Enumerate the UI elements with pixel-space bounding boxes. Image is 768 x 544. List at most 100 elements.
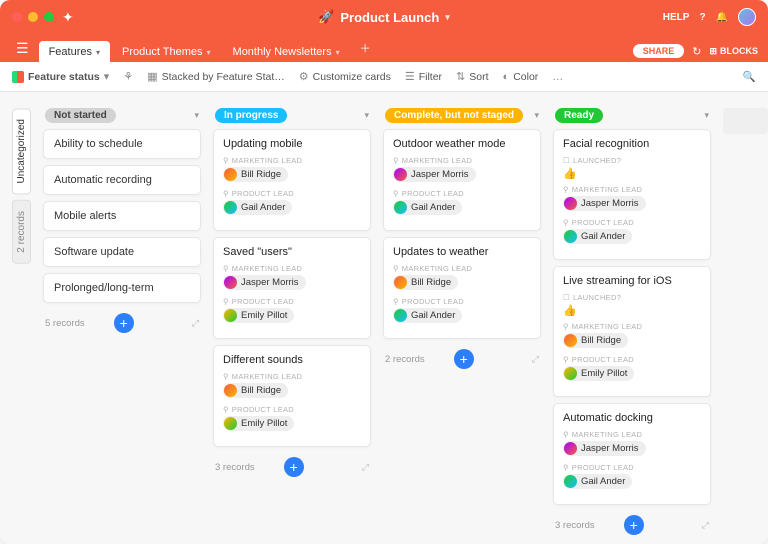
person-chip[interactable]: Bill Ridge	[223, 383, 288, 398]
help-link[interactable]: HELP	[663, 12, 690, 23]
user-avatar[interactable]	[738, 8, 756, 26]
record-count: 2 records	[385, 354, 425, 365]
person-chip[interactable]: Jasper Morris	[563, 196, 646, 211]
field-label: ⚲PRODUCT LEAD	[563, 355, 701, 364]
menu-icon[interactable]: ☰	[10, 40, 35, 57]
card[interactable]: Mobile alerts	[43, 201, 201, 231]
person-chip[interactable]: Bill Ridge	[563, 333, 628, 348]
field-label: ⚲MARKETING LEAD	[563, 185, 701, 194]
history-icon[interactable]: ↻	[692, 45, 701, 58]
card[interactable]: Ability to schedule	[43, 129, 201, 159]
view-switcher[interactable]: Feature status ▾	[12, 70, 109, 83]
status-pill[interactable]: Not started	[45, 108, 116, 123]
add-card-button[interactable]: +	[284, 457, 304, 477]
chevron-down-icon: ▾	[445, 12, 450, 23]
tab-monthly-newsletters[interactable]: Monthly Newsletters▾	[223, 41, 350, 62]
add-card-button[interactable]: +	[454, 349, 474, 369]
close-window[interactable]	[12, 12, 22, 22]
tab-product-themes[interactable]: Product Themes▾	[112, 41, 221, 62]
card[interactable]: Facial recognition☐LAUNCHED?👍⚲MARKETING …	[553, 129, 711, 260]
stack-collapsed[interactable]: 2 records	[12, 200, 31, 264]
person-chip[interactable]: Bill Ridge	[223, 167, 288, 182]
view-toolbar: Feature status ▾ ⚘ ▦Stacked by Feature S…	[0, 62, 768, 92]
avatar-icon	[564, 475, 577, 488]
minimize-window[interactable]	[28, 12, 38, 22]
kanban-board: Uncategorized 2 records Not started ▾ Abil…	[0, 92, 768, 544]
card[interactable]: Different sounds⚲MARKETING LEADBill Ridg…	[213, 345, 371, 447]
field-label: ⚲PRODUCT LEAD	[223, 189, 361, 198]
window-controls[interactable]	[12, 12, 54, 22]
card[interactable]: Updating mobile⚲MARKETING LEADBill Ridge…	[213, 129, 371, 231]
base-title[interactable]: 🚀 Product Launch ▾	[318, 9, 450, 25]
field-label: ⚲PRODUCT LEAD	[223, 297, 361, 306]
tab-features[interactable]: Features▾	[39, 41, 110, 62]
expand-icon[interactable]: ⤢	[532, 354, 539, 365]
color-button[interactable]: ◐Color	[503, 71, 539, 83]
filter-button[interactable]: ☰Filter	[405, 70, 442, 83]
person-chip[interactable]: Jasper Morris	[223, 275, 306, 290]
person-chip[interactable]: Gail Ander	[393, 308, 462, 323]
person-chip[interactable]: Gail Ander	[393, 200, 462, 215]
share-button[interactable]: SHARE	[633, 44, 685, 58]
person-chip[interactable]: Emily Pillot	[563, 366, 634, 381]
status-pill[interactable]: In progress	[215, 108, 287, 123]
card[interactable]: Saved "users"⚲MARKETING LEADJasper Morri…	[213, 237, 371, 339]
sort-button[interactable]: ⇅Sort	[456, 70, 488, 83]
thumbs-up-icon: 👍	[563, 167, 701, 180]
expand-icon[interactable]: ⤢	[362, 462, 369, 473]
field-label: ⚲PRODUCT LEAD	[563, 463, 701, 472]
customize-cards-button[interactable]: ⚙Customize cards	[299, 70, 391, 83]
add-card-button[interactable]: +	[114, 313, 134, 333]
column-footer: 5 records+⤢	[43, 309, 201, 337]
card-title: Outdoor weather mode	[393, 138, 531, 150]
blocks-button[interactable]: ⊞ BLOCKS	[709, 46, 758, 57]
person-icon: ⚲	[223, 264, 229, 273]
card[interactable]: Outdoor weather mode⚲MARKETING LEADJaspe…	[383, 129, 541, 231]
stack-uncategorized[interactable]: Uncategorized	[12, 108, 31, 194]
card[interactable]: Automatic recording	[43, 165, 201, 195]
person-chip[interactable]: Bill Ridge	[393, 275, 458, 290]
search-icon[interactable]: 🔍	[743, 70, 756, 83]
person-icon: ⚲	[563, 218, 569, 227]
more-button[interactable]: …	[552, 71, 563, 83]
card[interactable]: Automatic docking⚲MARKETING LEADJasper M…	[553, 403, 711, 505]
column-footer: 3 records+⤢	[213, 453, 371, 481]
person-icon: ⚲	[563, 463, 569, 472]
person-chip[interactable]: Jasper Morris	[563, 441, 646, 456]
checkbox-icon: ☐	[563, 156, 570, 165]
add-table-button[interactable]: ＋	[354, 36, 377, 60]
person-chip[interactable]: Gail Ander	[563, 474, 632, 489]
card[interactable]: Live streaming for iOS☐LAUNCHED?👍⚲MARKET…	[553, 266, 711, 397]
blocks-icon: ⊞	[709, 46, 717, 57]
maximize-window[interactable]	[44, 12, 54, 22]
notifications-icon[interactable]: 🔔	[716, 12, 728, 23]
expand-icon[interactable]: ⤢	[192, 318, 199, 329]
add-card-button[interactable]: +	[624, 515, 644, 535]
stacked-by-button[interactable]: ▦Stacked by Feature Stat…	[147, 70, 285, 83]
card[interactable]: Software update	[43, 237, 201, 267]
card[interactable]: Updates to weather⚲MARKETING LEADBill Ri…	[383, 237, 541, 339]
expand-icon[interactable]: ⤢	[702, 520, 709, 531]
chevron-down-icon[interactable]: ▾	[704, 110, 709, 121]
person-chip[interactable]: Jasper Morris	[393, 167, 476, 182]
chevron-down-icon[interactable]: ▾	[194, 110, 199, 121]
chevron-down-icon[interactable]: ▾	[364, 110, 369, 121]
person-icon: ⚲	[223, 372, 229, 381]
person-chip[interactable]: Gail Ander	[223, 200, 292, 215]
collaborators-icon[interactable]: ⚘	[123, 70, 133, 83]
add-stack-placeholder[interactable]	[723, 108, 768, 134]
person-chip[interactable]: Emily Pillot	[223, 308, 294, 323]
person-icon: ⚲	[223, 405, 229, 414]
card-title: Updates to weather	[393, 246, 531, 258]
card[interactable]: Prolonged/long-term	[43, 273, 201, 303]
field-label: ⚲MARKETING LEAD	[223, 372, 361, 381]
app-logo-icon[interactable]: ✦	[62, 9, 74, 26]
avatar-icon	[224, 384, 237, 397]
status-pill[interactable]: Ready	[555, 108, 603, 123]
help-icon[interactable]: ?	[699, 12, 705, 23]
chevron-down-icon[interactable]: ▾	[534, 110, 539, 121]
person-chip[interactable]: Emily Pillot	[223, 416, 294, 431]
thumbs-up-icon: 👍	[563, 304, 701, 317]
status-pill[interactable]: Complete, but not staged	[385, 108, 523, 123]
person-chip[interactable]: Gail Ander	[563, 229, 632, 244]
